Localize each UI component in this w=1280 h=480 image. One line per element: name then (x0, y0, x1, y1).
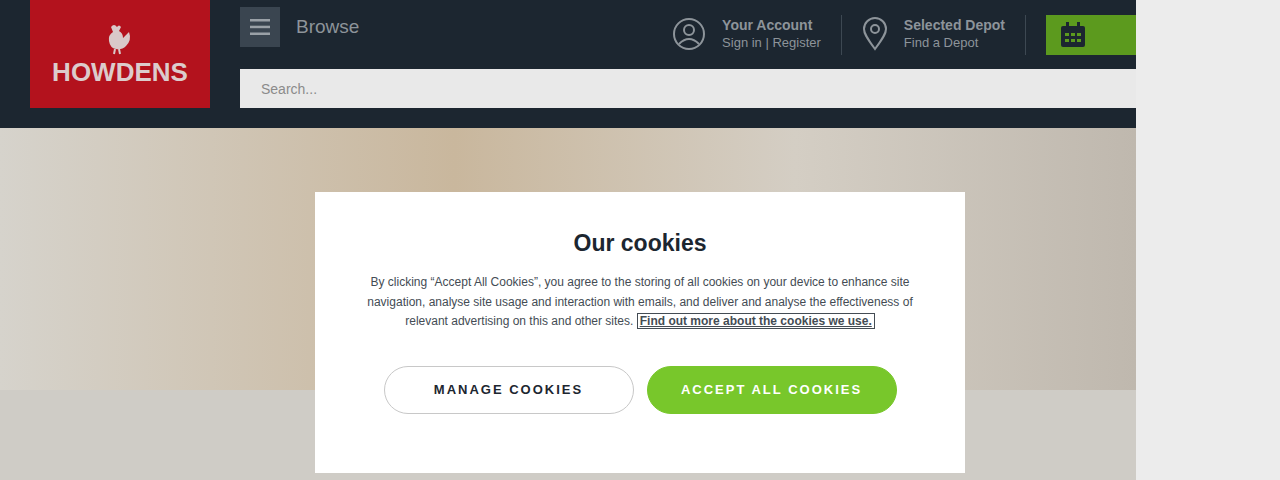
accept-button[interactable]: ACCEPT ALL COOKIES (647, 366, 897, 414)
page: HOWDENS Browse Your AccountSign in | Regis… (0, 0, 1280, 480)
cookie-info-link[interactable]: Find out more about the cookies we use. (637, 313, 875, 329)
booking-button[interactable] (1046, 15, 1136, 55)
menu-icon (240, 7, 280, 47)
logo[interactable]: HOWDENS (30, 0, 210, 108)
divider (1025, 15, 1026, 55)
user-icon (672, 17, 706, 51)
scroll-area (1136, 0, 1280, 480)
dialog-buttons: MANAGE COOKIES ACCEPT ALL COOKIES (355, 366, 925, 414)
manage-button[interactable]: MANAGE COOKIES (384, 366, 634, 414)
account-link[interactable]: Your AccountSign in | Register (652, 16, 841, 52)
header-main: Browse Your AccountSign in | RegisterSele… (240, 0, 1136, 128)
cookie-dialog: Our cookies By clicking “Accept All Cooki… (315, 192, 965, 473)
location-pin-icon (862, 17, 888, 51)
header: HOWDENS Browse Your AccountSign in | Regis… (0, 0, 1136, 128)
calendar-icon (1060, 22, 1086, 48)
search-field[interactable]: Search... (240, 69, 1136, 108)
dialog-text: By clicking “Accept All Cookies”, you ag… (355, 273, 925, 332)
dialog-title: Our cookies (355, 230, 925, 257)
depot-link[interactable]: Selected DepotFind a Depot (842, 16, 1025, 52)
divider (841, 15, 842, 55)
rooster-icon (103, 21, 137, 55)
browse-button[interactable]: Browse (240, 7, 359, 47)
top-bar: Browse Your AccountSign in | RegisterSele… (240, 0, 1136, 69)
